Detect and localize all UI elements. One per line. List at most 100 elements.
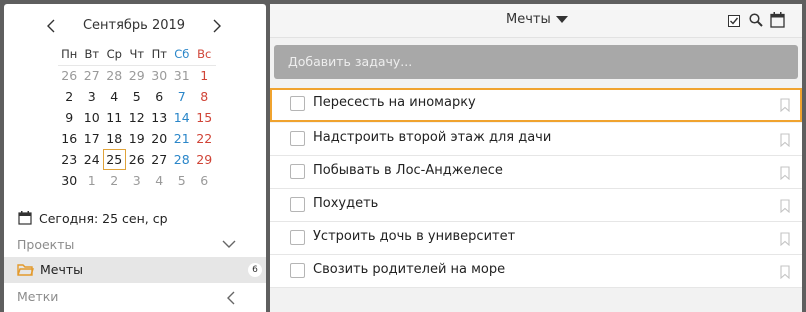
calendar-week-row: 30 1 2 3 4 5 6: [58, 170, 216, 191]
task-title[interactable]: Свозить родителей на море: [313, 262, 505, 277]
bookmark-icon[interactable]: [780, 198, 790, 217]
task-checkbox[interactable]: [290, 131, 305, 146]
projects-section[interactable]: Проекты: [4, 233, 266, 257]
calendar-day[interactable]: 18: [103, 128, 126, 149]
calendar-day[interactable]: 19: [126, 128, 149, 149]
calendar-day[interactable]: 2: [103, 170, 126, 191]
calendar-week-row: 26 27 28 29 30 31 1: [58, 65, 216, 86]
calendar-day[interactable]: 21: [171, 128, 194, 149]
task-checkbox[interactable]: [290, 197, 305, 212]
calendar-day[interactable]: 27: [148, 149, 171, 170]
list-title: Мечты: [506, 12, 551, 27]
calendar-day[interactable]: 31: [171, 65, 194, 86]
list-title-dropdown[interactable]: Мечты: [506, 12, 568, 27]
calendar-day[interactable]: 5: [126, 86, 149, 107]
bookmark-icon[interactable]: [780, 132, 790, 151]
prev-month-button[interactable]: [44, 18, 60, 34]
calendar-day[interactable]: 29: [193, 149, 216, 170]
toolbar: Мечты: [270, 4, 802, 38]
calendar-day[interactable]: 12: [126, 107, 149, 128]
calendar-day[interactable]: 6: [148, 86, 171, 107]
calendar-day[interactable]: 3: [126, 170, 149, 191]
weekday-label: Вт: [84, 47, 100, 61]
projects-label: Проекты: [17, 237, 75, 252]
calendar-day[interactable]: 10: [81, 107, 104, 128]
calendar-day[interactable]: 22: [193, 128, 216, 149]
weekday-label: Чт: [129, 47, 145, 61]
bookmark-icon[interactable]: [780, 264, 790, 283]
today-indicator[interactable]: Сегодня: 25 сен, ср: [18, 208, 168, 228]
calendar-month-title[interactable]: Сентябрь 2019: [60, 18, 208, 33]
calendar-day[interactable]: 17: [81, 128, 104, 149]
bookmark-icon[interactable]: [780, 231, 790, 250]
calendar-day[interactable]: 30: [148, 65, 171, 86]
calendar-day[interactable]: 4: [148, 170, 171, 191]
sidebar-item-dreams[interactable]: Мечты 6: [4, 257, 266, 283]
today-text: Сегодня: 25 сен, ср: [39, 210, 168, 226]
calendar-day[interactable]: 7: [171, 86, 194, 107]
task-row[interactable]: Устроить дочь в университет: [270, 222, 802, 255]
calendar-day[interactable]: 5: [171, 170, 194, 191]
sidebar: Сентябрь 2019 Пн Вт Ср Чт Пт Сб Вс 26 27 28 29 30 31…: [4, 4, 266, 312]
calendar-day[interactable]: 3: [81, 86, 104, 107]
task-row[interactable]: Похудеть: [270, 189, 802, 222]
task-title[interactable]: Пересесть на иномарку: [313, 95, 476, 110]
calendar-day[interactable]: 27: [81, 65, 104, 86]
calendar-day[interactable]: 26: [126, 149, 149, 170]
search-icon[interactable]: [749, 12, 763, 31]
calendar-day[interactable]: 16: [58, 128, 81, 149]
main-panel: Мечты Добавить задачу... Пересесть на ин…: [270, 4, 802, 312]
calendar-grid: Пн Вт Ср Чт Пт Сб Вс 26 27 28 29 30 31 1 2 3 4 5 6 7 8 9 10 11 1…: [58, 44, 216, 191]
bookmark-icon[interactable]: [780, 97, 790, 116]
calendar-day[interactable]: 13: [148, 107, 171, 128]
calendar-week-row: 9 10 11 12 13 14 15: [58, 107, 216, 128]
weekday-divider: [58, 65, 216, 66]
calendar-day[interactable]: 30: [58, 170, 81, 191]
task-row[interactable]: Надстроить второй этаж для дачи: [270, 123, 802, 156]
calendar-day[interactable]: 20: [148, 128, 171, 149]
task-title[interactable]: Надстроить второй этаж для дачи: [313, 130, 551, 145]
task-checkbox[interactable]: [290, 164, 305, 179]
task-checkbox[interactable]: [290, 230, 305, 245]
calendar-day[interactable]: 28: [103, 65, 126, 86]
caret-down-icon: [555, 16, 568, 23]
calendar-day[interactable]: 8: [193, 86, 216, 107]
calendar-day[interactable]: 4: [103, 86, 126, 107]
calendar-day[interactable]: 15: [193, 107, 216, 128]
show-completed-icon[interactable]: [728, 12, 740, 31]
chevron-down-icon[interactable]: [222, 239, 236, 249]
weekday-label: Вс: [197, 47, 212, 61]
calendar-day[interactable]: 24: [81, 149, 104, 170]
task-title[interactable]: Похудеть: [313, 196, 378, 211]
bookmark-icon[interactable]: [780, 165, 790, 184]
task-checkbox[interactable]: [290, 96, 305, 111]
chevron-left-icon[interactable]: [226, 291, 236, 305]
tags-label: Метки: [17, 289, 59, 304]
calendar-day[interactable]: 1: [81, 170, 104, 191]
task-title[interactable]: Побывать в Лос-Анджелесе: [313, 163, 503, 178]
calendar-day[interactable]: 14: [171, 107, 194, 128]
calendar-day[interactable]: 11: [103, 107, 126, 128]
task-row[interactable]: Пересесть на иномарку: [270, 88, 802, 122]
calendar-icon[interactable]: [770, 12, 785, 32]
calendar-week-row: 2345678: [58, 86, 216, 107]
add-task-input[interactable]: Добавить задачу...: [274, 45, 798, 79]
task-title[interactable]: Устроить дочь в университет: [313, 229, 515, 244]
tags-section[interactable]: Метки: [4, 285, 266, 309]
calendar-week-row: 16 17 18 19 20 21 22: [58, 128, 216, 149]
calendar-day[interactable]: 23: [58, 149, 81, 170]
calendar-day[interactable]: 9: [58, 107, 81, 128]
calendar-day-today[interactable]: 25: [103, 149, 126, 170]
calendar-day[interactable]: 2: [58, 86, 81, 107]
calendar-day[interactable]: 29: [126, 65, 149, 86]
task-row[interactable]: Побывать в Лос-Анджелесе: [270, 156, 802, 189]
folder-icon: [17, 264, 34, 276]
calendar-day[interactable]: 1: [193, 65, 216, 86]
calendar-day[interactable]: 28: [171, 149, 194, 170]
calendar-day[interactable]: 26: [58, 65, 81, 86]
task-checkbox[interactable]: [290, 263, 305, 278]
task-row[interactable]: Свозить родителей на море: [270, 255, 802, 288]
calendar-day[interactable]: 6: [193, 170, 216, 191]
sidebar-item-label: Мечты: [40, 262, 84, 277]
next-month-button[interactable]: [208, 18, 224, 34]
